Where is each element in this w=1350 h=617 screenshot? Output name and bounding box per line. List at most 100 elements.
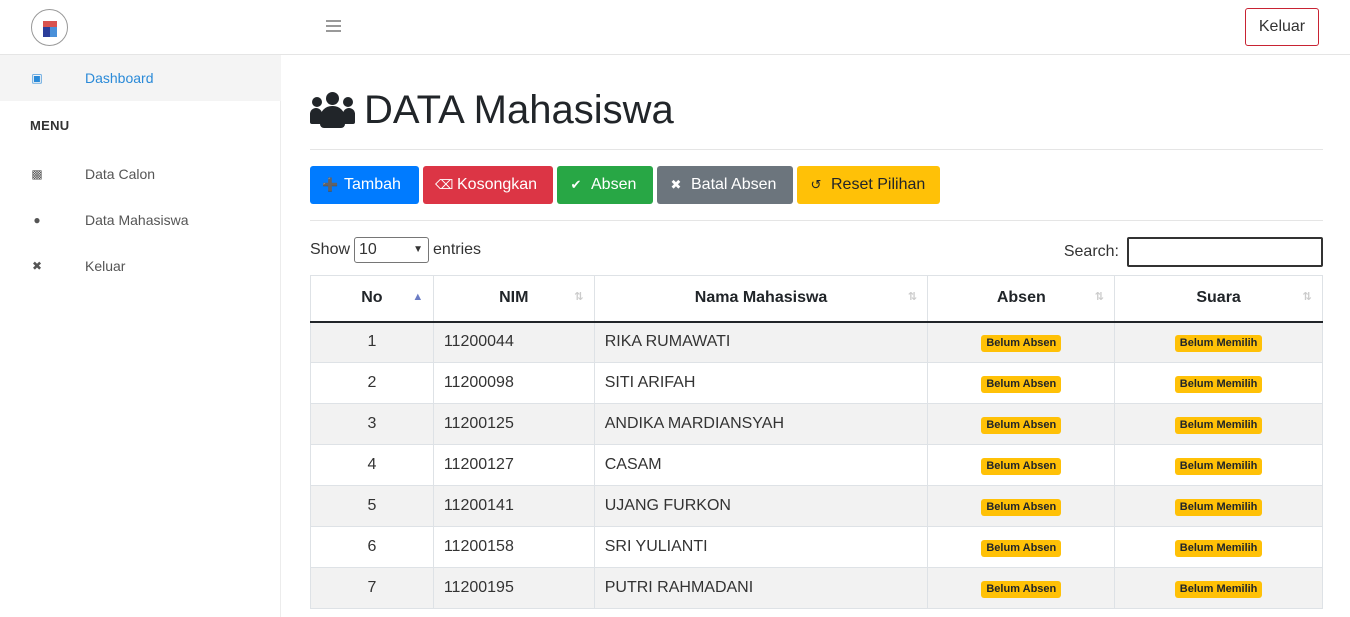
- chevron-down-icon: ▼: [413, 244, 424, 255]
- cell-no: 6: [310, 526, 434, 568]
- table-row[interactable]: 6 11200158 SRI YULIANTI Belum Absen Belu…: [310, 526, 1323, 568]
- kosongkan-label: Kosongkan: [457, 176, 538, 193]
- top-navbar: Keluar: [0, 0, 1350, 55]
- sidebar-item-dashboard[interactable]: ▣ Dashboard: [0, 55, 281, 101]
- status-badge: Belum Absen: [981, 334, 1062, 352]
- search-label: Search:: [1063, 243, 1119, 260]
- sidebar-item-label: Keluar: [85, 258, 126, 274]
- cell-nim: 11200158: [432, 526, 595, 568]
- cell-nama: ANDIKA MARDIANSYAH: [593, 403, 929, 445]
- status-badge: Belum Memilih: [1174, 334, 1263, 352]
- cell-nama: PUTRI RAHMADANI: [593, 567, 929, 609]
- cell-suara: Belum Memilih: [1114, 403, 1323, 445]
- trash-icon: ⌫: [435, 177, 454, 192]
- entries-select-value: 10: [359, 241, 377, 258]
- tambah-button[interactable]: ➕ Tambah: [310, 166, 419, 204]
- table-length-control: Show 10 ▼ entries: [310, 237, 481, 263]
- logout-button[interactable]: Keluar: [1245, 8, 1319, 46]
- laptop-icon: ▣: [31, 71, 43, 85]
- cell-no: 5: [310, 485, 434, 527]
- sort-icon: ⇅: [1094, 291, 1104, 303]
- kosongkan-button[interactable]: ⌫ Kosongkan: [423, 166, 553, 204]
- cell-no: 3: [310, 403, 434, 445]
- close-icon: ✖: [670, 177, 682, 192]
- sort-icon: ⇅: [907, 291, 918, 303]
- cell-suara: Belum Memilih: [1114, 444, 1323, 486]
- cell-nim: 11200141: [432, 485, 595, 527]
- check-icon: ✔: [570, 177, 582, 192]
- status-badge: Belum Memilih: [1174, 375, 1263, 393]
- cell-nim: 11200125: [432, 403, 595, 445]
- divider: [310, 220, 1323, 221]
- reset-pilihan-label: Reset Pilihan: [831, 176, 926, 193]
- user-icon: ●: [33, 213, 41, 227]
- column-header-nim[interactable]: NIM ⇅: [432, 275, 595, 323]
- reset-pilihan-button[interactable]: ↺ Reset Pilihan: [797, 166, 940, 204]
- status-badge: Belum Absen: [981, 375, 1062, 393]
- entries-select[interactable]: 10 ▼: [354, 237, 430, 263]
- column-header-absen[interactable]: Absen ⇅: [927, 275, 1116, 323]
- cell-nama: RIKA RUMAWATI: [593, 321, 929, 363]
- cell-absen: Belum Absen: [927, 321, 1116, 363]
- sidebar-item-data-calon[interactable]: ▩ Data Calon: [0, 151, 281, 197]
- sidebar: ▣ Dashboard MENU ▩ Data Calon ● Data Mah…: [0, 55, 281, 617]
- status-badge: Belum Absen: [981, 498, 1062, 516]
- batal-absen-button[interactable]: ✖ Batal Absen: [657, 166, 793, 204]
- cell-no: 2: [310, 362, 434, 404]
- sidebar-item-data-mahasiswa[interactable]: ● Data Mahasiswa: [0, 197, 281, 243]
- column-header-no[interactable]: No ▲: [310, 275, 434, 323]
- sidebar-item-label: Data Calon: [85, 166, 156, 182]
- app-logo[interactable]: [31, 9, 68, 46]
- status-badge: Belum Memilih: [1174, 498, 1263, 516]
- cell-absen: Belum Absen: [927, 403, 1116, 445]
- column-header-suara[interactable]: Suara ⇅: [1114, 275, 1323, 323]
- sort-icon: ⇅: [1302, 291, 1312, 303]
- tambah-label: Tambah: [344, 176, 401, 193]
- logo-cube-left: [43, 27, 50, 37]
- cell-no: 4: [310, 444, 434, 486]
- table-row[interactable]: 5 11200141 UJANG FURKON Belum Absen Belu…: [310, 485, 1323, 527]
- cell-absen: Belum Absen: [927, 567, 1116, 609]
- batal-absen-label: Batal Absen: [691, 176, 777, 193]
- table-row[interactable]: 1 11200044 RIKA RUMAWATI Belum Absen Bel…: [310, 321, 1323, 363]
- status-badge: Belum Absen: [981, 580, 1062, 598]
- column-header-nama[interactable]: Nama Mahasiswa ⇅: [593, 275, 929, 323]
- status-badge: Belum Memilih: [1174, 580, 1263, 598]
- cell-suara: Belum Memilih: [1114, 321, 1323, 363]
- cell-absen: Belum Absen: [927, 444, 1116, 486]
- action-toolbar: ➕ Tambah ⌫ Kosongkan ✔ Absen ✖ Batal Abs…: [310, 166, 940, 204]
- status-badge: Belum Absen: [981, 457, 1062, 475]
- sort-icon: ⇅: [574, 291, 584, 303]
- cell-suara: Belum Memilih: [1114, 567, 1323, 609]
- status-badge: Belum Memilih: [1174, 539, 1263, 557]
- table-row[interactable]: 2 11200098 SITI ARIFAH Belum Absen Belum…: [310, 362, 1323, 404]
- table-row[interactable]: 7 11200195 PUTRI RAHMADANI Belum Absen B…: [310, 567, 1323, 609]
- mahasiswa-table: No ▲ NIM ⇅ Nama Mahasiswa ⇅ Absen ⇅ Suar…: [310, 275, 1323, 609]
- cell-nim: 11200195: [432, 567, 595, 609]
- status-badge: Belum Memilih: [1174, 416, 1263, 434]
- sort-asc-icon: ▲: [412, 291, 424, 303]
- cell-nama: UJANG FURKON: [593, 485, 929, 527]
- page-title-text: DATA Mahasiswa: [364, 87, 674, 132]
- table-row[interactable]: 3 11200125 ANDIKA MARDIANSYAH Belum Abse…: [310, 403, 1323, 445]
- table-row[interactable]: 4 11200127 CASAM Belum Absen Belum Memil…: [310, 444, 1323, 486]
- cell-nama: SITI ARIFAH: [593, 362, 929, 404]
- cell-no: 1: [310, 321, 434, 363]
- absen-button[interactable]: ✔ Absen: [557, 166, 653, 204]
- cell-nim: 11200127: [432, 444, 595, 486]
- close-icon: ✖: [31, 259, 43, 273]
- cell-nim: 11200044: [432, 321, 595, 363]
- cell-nim: 11200098: [432, 362, 595, 404]
- cell-nama: SRI YULIANTI: [593, 526, 929, 568]
- show-label: Show: [310, 241, 351, 258]
- sidebar-item-label: Dashboard: [85, 70, 154, 86]
- cell-suara: Belum Memilih: [1114, 485, 1323, 527]
- logo-cube-right: [50, 27, 57, 37]
- hamburger-menu-icon[interactable]: [326, 20, 341, 34]
- cell-suara: Belum Memilih: [1114, 362, 1323, 404]
- cell-no: 7: [310, 567, 434, 609]
- sidebar-item-keluar[interactable]: ✖ Keluar: [0, 243, 281, 289]
- status-badge: Belum Memilih: [1174, 457, 1263, 475]
- status-badge: Belum Absen: [981, 539, 1062, 557]
- search-input[interactable]: [1127, 237, 1323, 267]
